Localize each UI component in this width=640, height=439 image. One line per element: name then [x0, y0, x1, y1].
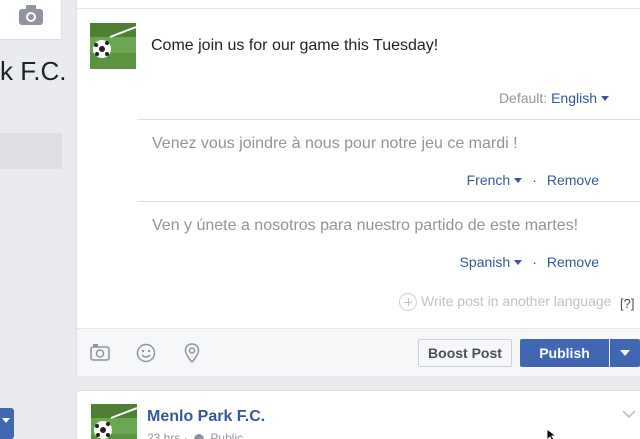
caret-down-icon	[514, 259, 523, 265]
publish-options-dropdown[interactable]	[610, 339, 640, 367]
composer-footer: Boost Post Publish	[77, 328, 640, 376]
translation-language-select[interactable]: Spanish	[460, 254, 523, 270]
default-language-row: Default: English	[499, 90, 609, 106]
post-text-input[interactable]: Come join us for our game this Tuesday!	[151, 37, 438, 55]
publish-button[interactable]: Publish	[520, 339, 609, 367]
remove-translation-link[interactable]: Remove	[547, 254, 599, 270]
sidebar-dropdown-button[interactable]	[0, 408, 14, 439]
avatar[interactable]	[91, 404, 137, 439]
remove-translation-link[interactable]: Remove	[547, 172, 599, 188]
translation-language-select[interactable]: French	[467, 172, 523, 188]
plus-circle-icon	[399, 293, 417, 312]
caret-down-icon	[514, 177, 523, 183]
page-cover-photo-fragment[interactable]	[0, 0, 62, 40]
camera-icon[interactable]	[90, 343, 110, 366]
translation-block-french: Venez vous joindre à nous pour notre jeu…	[137, 119, 640, 201]
sidebar-active-item[interactable]	[0, 133, 62, 169]
post-composer: Come join us for our game this Tuesday! …	[76, 0, 640, 376]
page-title-fragment: k F.C.	[0, 56, 67, 86]
audience-label: Public	[210, 431, 244, 439]
post-timestamp[interactable]: 23 hrs	[147, 431, 180, 439]
translation-actions: French · Remove	[466, 172, 599, 188]
mouse-cursor-icon	[546, 427, 558, 439]
translation-block-spanish: Ven y únete a nosotros para nuestro part…	[137, 201, 640, 283]
default-language-select[interactable]: English	[551, 90, 609, 106]
location-pin-icon[interactable]	[184, 343, 200, 368]
default-language-label: Default:	[498, 90, 548, 106]
avatar	[90, 23, 136, 69]
globe-icon	[194, 433, 205, 439]
translation-actions: Spanish · Remove	[459, 254, 599, 270]
post-author-link[interactable]: Menlo Park F.C.	[147, 408, 265, 426]
translation-text-input[interactable]: Venez vous joindre à nous pour notre jeu…	[152, 135, 518, 153]
chevron-down-icon	[620, 350, 630, 356]
boost-post-button[interactable]: Boost Post	[418, 339, 512, 367]
write-another-language-link[interactable]: Write post in another language	[399, 293, 611, 312]
chevron-down-icon	[2, 418, 10, 423]
post-meta: 23 hrs · Public	[147, 431, 243, 439]
translation-text-input[interactable]: Ven y únete a nosotros para nuestro part…	[152, 217, 578, 235]
emoji-icon[interactable]	[136, 343, 156, 368]
chevron-down-icon[interactable]	[622, 406, 636, 424]
caret-down-icon	[601, 95, 609, 101]
help-link[interactable]: [?]	[620, 296, 634, 311]
divider	[77, 8, 640, 9]
camera-icon[interactable]	[18, 4, 44, 31]
